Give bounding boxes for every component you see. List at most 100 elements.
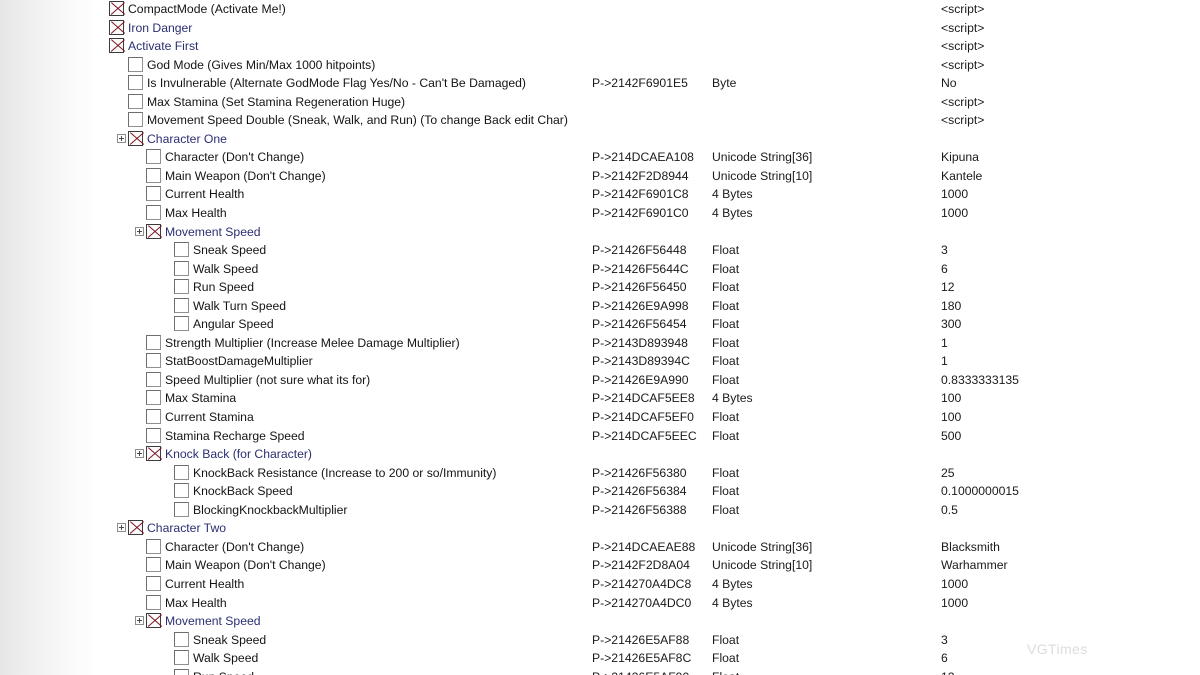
entry-value[interactable]: Warhammer xyxy=(941,556,1008,575)
checkbox-unchecked-icon[interactable] xyxy=(128,75,143,91)
entry-value[interactable]: 3 xyxy=(941,241,948,260)
entry-value[interactable]: 500 xyxy=(941,427,961,446)
entry-value[interactable]: 1000 xyxy=(941,594,968,613)
checkbox-unchecked-icon[interactable] xyxy=(128,56,143,72)
checkbox-unchecked-icon[interactable] xyxy=(174,483,189,499)
expand-plus-icon[interactable] xyxy=(135,616,144,626)
checkbox-unchecked-icon[interactable] xyxy=(128,93,143,109)
entry-value[interactable]: <script> xyxy=(941,111,984,130)
checkbox-checked-icon[interactable] xyxy=(146,223,163,239)
checkbox-unchecked-icon[interactable] xyxy=(146,594,161,610)
table-row[interactable]: Angular Speed P->21426F56454 Float 300 xyxy=(100,315,1200,334)
entry-value[interactable]: 6 xyxy=(941,649,948,668)
table-row[interactable]: Current Stamina P->214DCAF5EF0 Float 100 xyxy=(100,408,1200,427)
table-row[interactable]: Max Health P->214270A4DC0 4 Bytes 1000 xyxy=(100,594,1200,613)
checkbox-unchecked-icon[interactable] xyxy=(146,186,161,202)
checkbox-unchecked-icon[interactable] xyxy=(146,353,161,369)
checkbox-unchecked-icon[interactable] xyxy=(146,538,161,554)
cheat-entry-tree[interactable]: CompactMode (Activate Me!) <script> Iron D… xyxy=(100,0,1200,675)
table-row[interactable]: CompactMode (Activate Me!) <script> xyxy=(100,0,1200,19)
checkbox-unchecked-icon[interactable] xyxy=(146,427,161,443)
checkbox-checked-icon[interactable] xyxy=(109,38,126,54)
checkbox-unchecked-icon[interactable] xyxy=(146,334,161,350)
checkbox-checked-icon[interactable] xyxy=(146,446,163,462)
table-row[interactable]: Main Weapon (Don't Change) P->2142F2D8944… xyxy=(100,167,1200,186)
table-row[interactable]: Run Speed P->21426F56450 Float 12 xyxy=(100,278,1200,297)
checkbox-unchecked-icon[interactable] xyxy=(146,390,161,406)
table-row[interactable]: Current Health P->2142F6901C8 4 Bytes 1000 xyxy=(100,185,1200,204)
table-row[interactable]: Sneak Speed P->21426F56448 Float 3 xyxy=(100,241,1200,260)
checkbox-unchecked-icon[interactable] xyxy=(128,112,143,128)
table-row[interactable]: Max Stamina (Set Stamina Regeneration Hu… xyxy=(100,93,1200,112)
checkbox-unchecked-icon[interactable] xyxy=(174,501,189,517)
table-row[interactable]: Character One xyxy=(100,130,1200,149)
entry-value[interactable]: <script> xyxy=(941,0,984,19)
table-row[interactable]: Speed Multiplier (not sure what its for)… xyxy=(100,371,1200,390)
entry-value[interactable]: 0.5 xyxy=(941,501,958,520)
checkbox-unchecked-icon[interactable] xyxy=(146,409,161,425)
entry-value[interactable]: No xyxy=(941,74,957,93)
checkbox-unchecked-icon[interactable] xyxy=(174,464,189,480)
entry-value[interactable]: 1 xyxy=(941,352,948,371)
checkbox-unchecked-icon[interactable] xyxy=(174,279,189,295)
checkbox-unchecked-icon[interactable] xyxy=(174,242,189,258)
expand-plus-icon[interactable] xyxy=(135,226,144,236)
entry-value[interactable]: 0.1000000015 xyxy=(941,482,1019,501)
table-row[interactable]: Movement Speed xyxy=(100,223,1200,242)
entry-value[interactable]: <script> xyxy=(941,56,984,75)
entry-value[interactable]: 12 xyxy=(941,278,955,297)
table-row[interactable]: KnockBack Resistance (Increase to 200 or… xyxy=(100,464,1200,483)
entry-value[interactable]: 1000 xyxy=(941,185,968,204)
table-row[interactable]: Strength Multiplier (Increase Melee Dama… xyxy=(100,334,1200,353)
entry-value[interactable]: Kipuna xyxy=(941,148,979,167)
table-row[interactable]: Knock Back (for Character) xyxy=(100,445,1200,464)
table-row[interactable]: Stamina Recharge Speed P->214DCAF5EEC Floa… xyxy=(100,427,1200,446)
checkbox-unchecked-icon[interactable] xyxy=(174,260,189,276)
entry-value[interactable]: 1000 xyxy=(941,204,968,223)
expand-plus-icon[interactable] xyxy=(117,523,126,533)
table-row[interactable]: Movement Speed xyxy=(100,612,1200,631)
checkbox-checked-icon[interactable] xyxy=(109,1,126,16)
table-row[interactable]: Walk Speed P->21426F5644C Float 6 xyxy=(100,260,1200,279)
checkbox-checked-icon[interactable] xyxy=(146,613,163,629)
table-row[interactable]: Character (Don't Change) P->214DCAEAE88 Un… xyxy=(100,538,1200,557)
table-row[interactable]: Iron Danger <script> xyxy=(100,19,1200,38)
table-row[interactable]: Character Two xyxy=(100,519,1200,538)
checkbox-unchecked-icon[interactable] xyxy=(146,371,161,387)
entry-value[interactable]: 300 xyxy=(941,315,961,334)
table-row[interactable]: Movement Speed Double (Sneak, Walk, and … xyxy=(100,111,1200,130)
checkbox-unchecked-icon[interactable] xyxy=(146,557,161,573)
entry-value[interactable]: <script> xyxy=(941,37,984,56)
checkbox-unchecked-icon[interactable] xyxy=(174,316,189,332)
checkbox-unchecked-icon[interactable] xyxy=(146,205,161,221)
entry-value[interactable]: 180 xyxy=(941,297,961,316)
checkbox-unchecked-icon[interactable] xyxy=(146,149,161,165)
checkbox-checked-icon[interactable] xyxy=(109,19,126,35)
table-row[interactable]: Character (Don't Change) P->214DCAEA108 Un… xyxy=(100,148,1200,167)
table-row[interactable]: Max Health P->2142F6901C0 4 Bytes 1000 xyxy=(100,204,1200,223)
entry-value[interactable]: 0.8333333135 xyxy=(941,371,1019,390)
expand-plus-icon[interactable] xyxy=(117,133,126,143)
checkbox-unchecked-icon[interactable] xyxy=(146,167,161,183)
entry-value[interactable]: <script> xyxy=(941,19,984,38)
table-row[interactable]: Run Speed P->21426E5AF90 Float 12 xyxy=(100,668,1200,675)
expand-plus-icon[interactable] xyxy=(135,449,144,459)
checkbox-checked-icon[interactable] xyxy=(128,130,145,146)
table-row[interactable]: God Mode (Gives Min/Max 1000 hitpoints) <… xyxy=(100,56,1200,75)
entry-value[interactable]: 6 xyxy=(941,260,948,279)
checkbox-unchecked-icon[interactable] xyxy=(146,575,161,591)
checkbox-unchecked-icon[interactable] xyxy=(174,668,189,675)
table-row[interactable]: Current Health P->214270A4DC8 4 Bytes 1000 xyxy=(100,575,1200,594)
entry-value[interactable]: 25 xyxy=(941,464,955,483)
checkbox-checked-icon[interactable] xyxy=(128,520,145,536)
entry-value[interactable]: Blacksmith xyxy=(941,538,1000,557)
table-row[interactable]: KnockBack Speed P->21426F56384 Float 0.1000… xyxy=(100,482,1200,501)
entry-value[interactable]: 12 xyxy=(941,668,955,675)
table-row[interactable]: StatBoostDamageMultiplier P->2143D89394C F… xyxy=(100,352,1200,371)
table-row[interactable]: Is Invulnerable (Alternate GodMode Flag … xyxy=(100,74,1200,93)
entry-value[interactable]: 3 xyxy=(941,631,948,650)
entry-value[interactable]: 100 xyxy=(941,408,961,427)
table-row[interactable]: Walk Turn Speed P->21426E9A998 Float 180 xyxy=(100,297,1200,316)
table-row[interactable]: Activate First <script> xyxy=(100,37,1200,56)
entry-value[interactable]: 1000 xyxy=(941,575,968,594)
